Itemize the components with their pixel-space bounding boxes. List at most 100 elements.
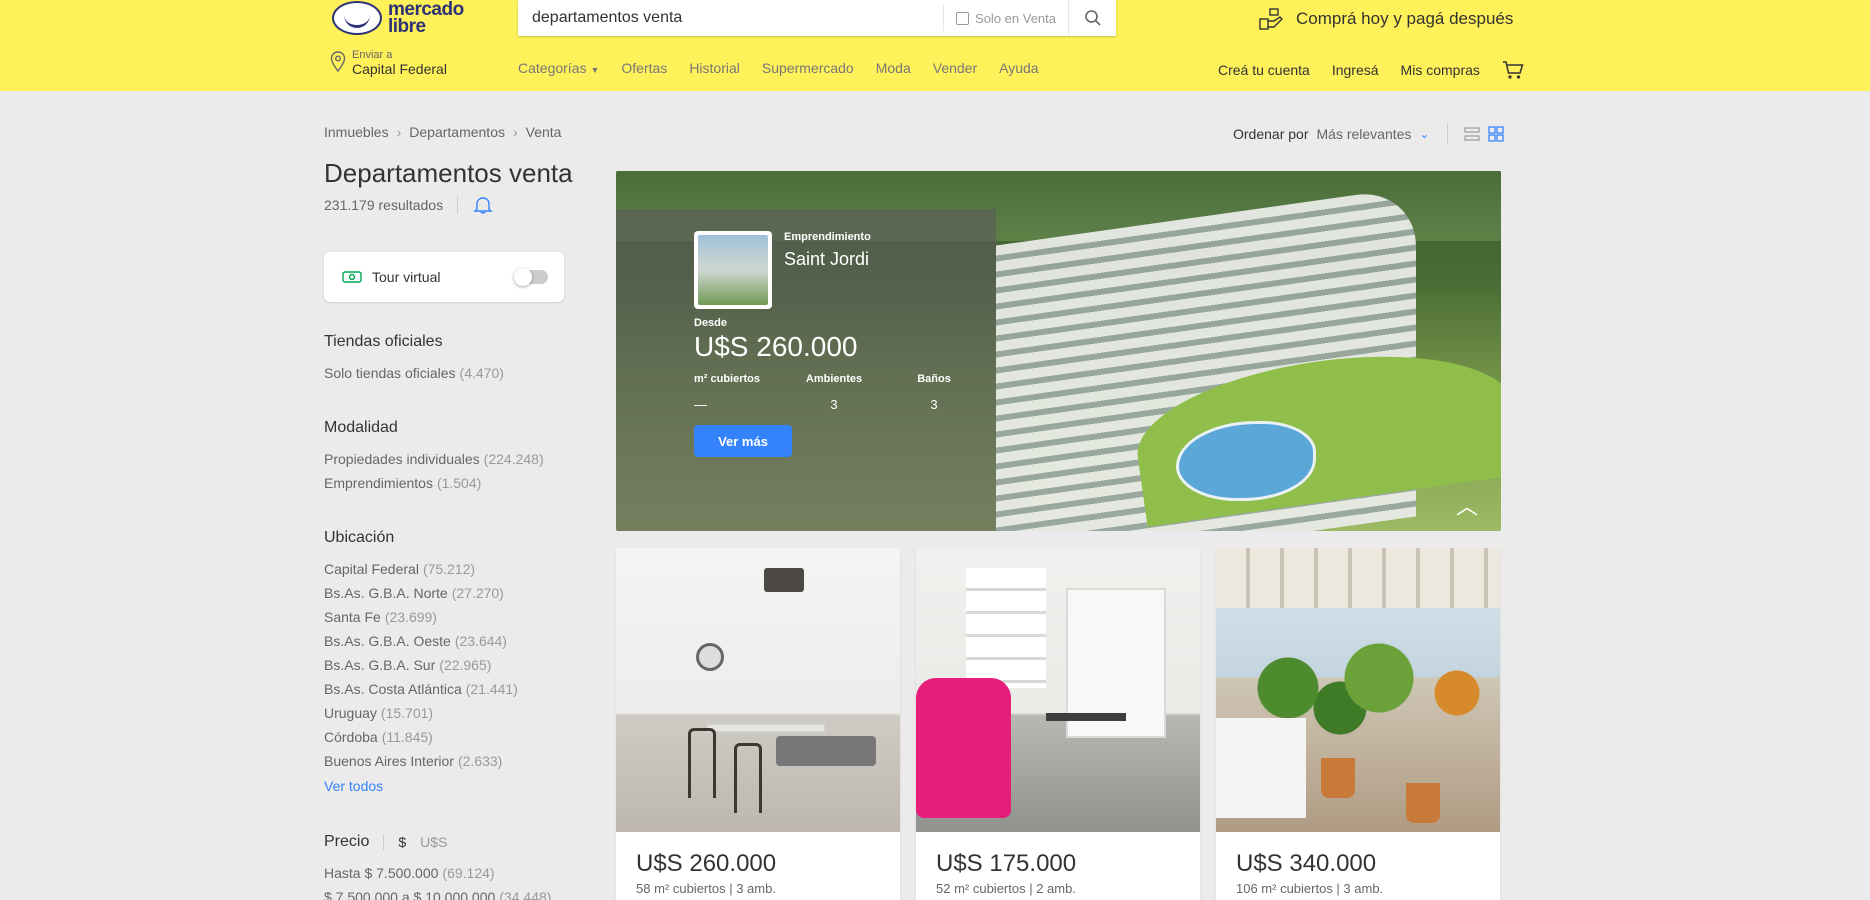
filter-option[interactable]: $ 7.500.000 a $ 10.000.000 (34.448) (324, 885, 574, 900)
filter-option[interactable]: Bs.As. G.B.A. Norte (27.270) (324, 581, 574, 605)
see-all-link[interactable]: Ver todos (324, 773, 574, 799)
filter-option-count: (34.448) (499, 889, 552, 900)
search-bar: Solo en Venta (518, 0, 1116, 36)
search-button[interactable] (1068, 0, 1116, 36)
development-specs: m² cubiertos — Ambientes 3 Baños 3 (694, 373, 984, 412)
filter-option-count: (21.441) (465, 681, 518, 697)
pergola-shape (1216, 548, 1500, 608)
spec-ambientes: Ambientes 3 (784, 373, 884, 412)
sort-label: Ordenar por (1233, 126, 1309, 142)
checkbox-box[interactable] (956, 11, 970, 25)
filter-option-count: (75.212) (422, 561, 476, 577)
price-from-label: Desde (694, 317, 728, 329)
nav-categorias[interactable]: Categorías ▼ (518, 60, 599, 76)
filter-option-label: Bs.As. Costa Atlántica (324, 681, 462, 697)
filter-option-label: Buenos Aires Interior (324, 753, 454, 769)
spec-label: Ambientes (805, 373, 863, 385)
nav-ayuda[interactable]: Ayuda (999, 60, 1038, 76)
filters-sidebar: Tiendas oficiales Solo tiendas oficiales… (324, 333, 574, 900)
logo[interactable]: mercado libre (332, 0, 472, 36)
logo-line2: libre (388, 16, 426, 37)
listing-price: U$S 340.000 (1236, 850, 1377, 877)
filter-group-ubicacion: Ubicación Capital Federal (75.212) Bs.As.… (324, 529, 574, 799)
filter-option[interactable]: Bs.As. G.B.A. Sur (22.965) (324, 653, 574, 677)
filter-option-label: Propiedades individuales (324, 451, 480, 467)
nav-supermercado[interactable]: Supermercado (762, 60, 854, 76)
filter-option[interactable]: Santa Fe (23.699) (324, 605, 574, 629)
sort-dropdown[interactable]: Más relevantes (1316, 126, 1411, 142)
solo-en-venta-checkbox[interactable]: Solo en Venta (944, 11, 1068, 26)
filter-option[interactable]: Capital Federal (75.212) (324, 557, 574, 581)
filter-option[interactable]: Bs.As. Costa Atlántica (21.441) (324, 677, 574, 701)
listing-card[interactable]: U$S 175.000 52 m² cubiertos | 2 amb. (916, 548, 1200, 900)
spec-value: 3 (830, 397, 838, 412)
filter-option-label: Córdoba (324, 729, 378, 745)
filter-option-label: Capital Federal (324, 561, 419, 577)
nav-moda[interactable]: Moda (876, 60, 911, 76)
list-view-icon[interactable] (1464, 126, 1481, 142)
filter-option-count: (224.248) (483, 451, 544, 467)
listing-image (616, 548, 900, 832)
filter-group-modalidad: Modalidad Propiedades individuales (224.2… (324, 419, 574, 495)
filter-option-count: (2.633) (457, 753, 503, 769)
breadcrumb: Inmuebles › Departamentos › Venta (324, 124, 561, 140)
filter-title: Modalidad (324, 419, 398, 436)
bar-counter-shape (1216, 718, 1306, 818)
sofa-shape (776, 736, 876, 766)
tour-360-icon (342, 271, 362, 283)
listing-card[interactable]: U$S 260.000 58 m² cubiertos | 3 amb. (616, 548, 900, 900)
featured-development-banner[interactable]: Emprendimiento Saint Jordi Desde U$S 260… (616, 171, 1501, 531)
create-account-link[interactable]: Creá tu cuenta (1218, 62, 1310, 78)
cart-icon[interactable] (1502, 60, 1524, 80)
development-logo-thumbnail (694, 231, 772, 309)
nav-ofertas[interactable]: Ofertas (621, 60, 667, 76)
filter-group-precio: Precio $ U$S Hasta $ 7.500.000 (69.124) $… (324, 833, 574, 900)
my-purchases-link[interactable]: Mis compras (1401, 62, 1480, 78)
tour-virtual-toggle[interactable] (514, 268, 548, 286)
filter-option[interactable]: Solo tiendas oficiales (4.470) (324, 361, 574, 385)
filter-option[interactable]: Propiedades individuales (224.248) (324, 447, 574, 471)
filter-title: Tiendas oficiales (324, 333, 443, 350)
chevron-down-icon[interactable]: ⌄ (1419, 127, 1429, 141)
grid-view-icon[interactable] (1488, 126, 1505, 142)
promo-banner[interactable]: Comprá hoy y pagá después (1258, 4, 1513, 34)
bell-icon[interactable] (472, 196, 494, 214)
listing-card[interactable]: U$S 340.000 106 m² cubiertos | 3 amb. (1216, 548, 1500, 900)
chevron-down-icon: ▼ (590, 65, 600, 75)
listing-price: U$S 260.000 (636, 850, 777, 877)
breadcrumb-item[interactable]: Departamentos (409, 124, 505, 140)
filter-option-count: (23.644) (454, 633, 507, 649)
spec-banos: Baños 3 (884, 373, 984, 412)
nav-vender[interactable]: Vender (933, 60, 977, 76)
filter-option[interactable]: Emprendimientos (1.504) (324, 471, 574, 495)
ver-mas-button[interactable]: Ver más (694, 425, 792, 457)
currency-ars-toggle[interactable]: $ (398, 834, 406, 850)
tour-virtual-filter[interactable]: Tour virtual (324, 252, 564, 302)
location-selector[interactable]: Enviar a Capital Federal (330, 48, 447, 76)
clock-shape (696, 643, 724, 671)
table-shape (706, 723, 826, 733)
filter-option[interactable]: Buenos Aires Interior (2.633) (324, 749, 574, 773)
filter-option-count: (23.699) (384, 609, 437, 625)
currency-usd-toggle[interactable]: U$S (420, 834, 447, 850)
filter-option[interactable]: Uruguay (15.701) (324, 701, 574, 725)
filter-option-count: (15.701) (380, 705, 434, 721)
location-pin-icon (330, 51, 346, 73)
chair-shape (734, 743, 762, 813)
filter-option-count: (22.965) (439, 657, 492, 673)
filter-option[interactable]: Hasta $ 7.500.000 (69.124) (324, 861, 574, 885)
breadcrumb-chevron-icon: › (512, 124, 518, 140)
filter-option[interactable]: Córdoba (11.845) (324, 725, 574, 749)
breadcrumb-item[interactable]: Inmuebles (324, 124, 389, 140)
search-input[interactable] (518, 0, 944, 36)
nav-historial[interactable]: Historial (689, 60, 740, 76)
filter-option-label: Uruguay (324, 705, 377, 721)
breadcrumb-item[interactable]: Venta (526, 124, 562, 140)
chevron-up-icon[interactable]: ︿ (1456, 489, 1478, 521)
price-header: Precio $ U$S (324, 833, 574, 851)
login-link[interactable]: Ingresá (1332, 62, 1379, 78)
credit-icon (1259, 8, 1283, 30)
filter-option[interactable]: Bs.As. G.B.A. Oeste (23.644) (324, 629, 574, 653)
location-text: Enviar a Capital Federal (352, 48, 447, 76)
spec-m2: m² cubiertos — (694, 373, 784, 412)
